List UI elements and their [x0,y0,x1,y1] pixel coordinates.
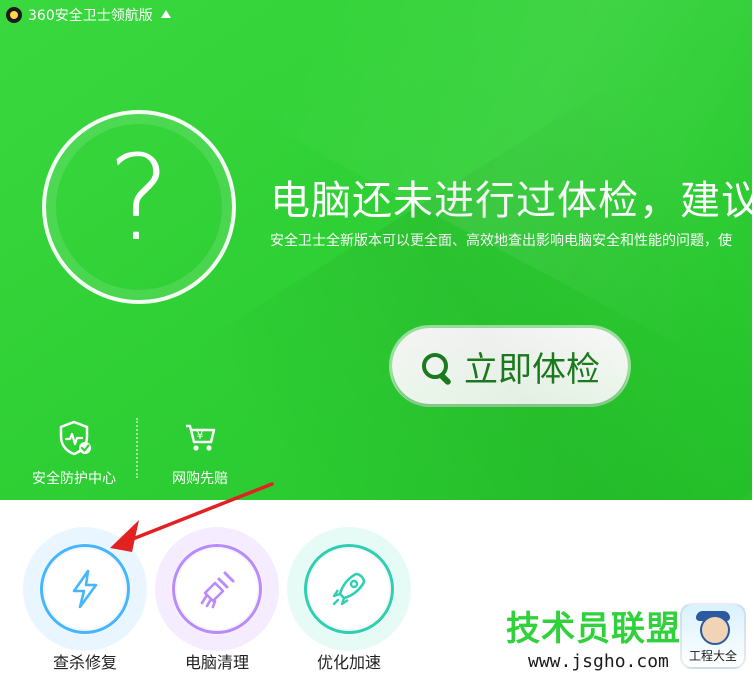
app-logo-icon [6,7,22,23]
question-mark-icon: ? [107,129,171,267]
tool-icon-ring [295,535,403,643]
shortcut-security-center[interactable]: 安全防护中心 [28,420,120,488]
watermark-badge-text: 工程大全 [688,649,737,663]
tool-virus-repair[interactable]: 查杀修复 [30,535,140,673]
tool-icon-inner [172,544,262,634]
scan-now-button[interactable]: 立即体检 [392,328,628,404]
tool-icon-ring [163,535,271,643]
status-headline: 电脑还未进行过体检，建议立 [270,178,752,224]
tool-label: 优化加速 [316,653,381,672]
watermark-text: 技术员联盟 [506,609,681,649]
tool-icon-inner [304,544,394,634]
main-hero-panel: 360安全卫士领航版 ? 电脑还未进行过体检，建议立 安全卫士全新版本可以更全面… [0,0,752,500]
shortcut-shopping-guarantee[interactable]: ¥ 网购先赔 [160,420,240,488]
watermark-url: www.jsgho.com [528,651,669,672]
cart-refund-icon: ¥ [186,424,216,451]
tool-icon-inner [40,544,130,634]
watermark-badge: 工程大全 [680,603,746,669]
broom-icon [200,571,235,609]
search-icon [420,351,450,381]
tool-speed-optimization[interactable]: 优化加速 [294,535,404,673]
upgrade-arrow-icon[interactable] [160,10,171,18]
window-title-bar: 360安全卫士领航版 [6,4,171,26]
svg-text:¥: ¥ [197,429,204,442]
tool-system-cleanup[interactable]: 电脑清理 [162,535,272,673]
status-subline: 安全卫士全新版本可以更全面、高效地查出影响电脑安全和性能的问题，使 [270,233,732,249]
shield-monitor-icon [59,420,91,456]
shortcut-label: 网购先赔 [172,471,228,487]
watermark: 技术员联盟 www.jsgho.com 工程大全 [506,601,746,672]
status-ring: ? [42,110,236,304]
tool-icon-ring [31,535,139,643]
tool-label: 查杀修复 [52,653,117,672]
rocket-icon [332,572,366,606]
shortcut-divider [136,418,138,478]
shortcut-label: 安全防护中心 [32,471,116,487]
tool-label: 电脑清理 [184,653,249,672]
badge-face-icon [700,615,730,645]
lightning-icon [72,569,98,609]
app-title: 360安全卫士领航版 [28,8,153,24]
scan-now-label: 立即体检 [464,349,600,390]
